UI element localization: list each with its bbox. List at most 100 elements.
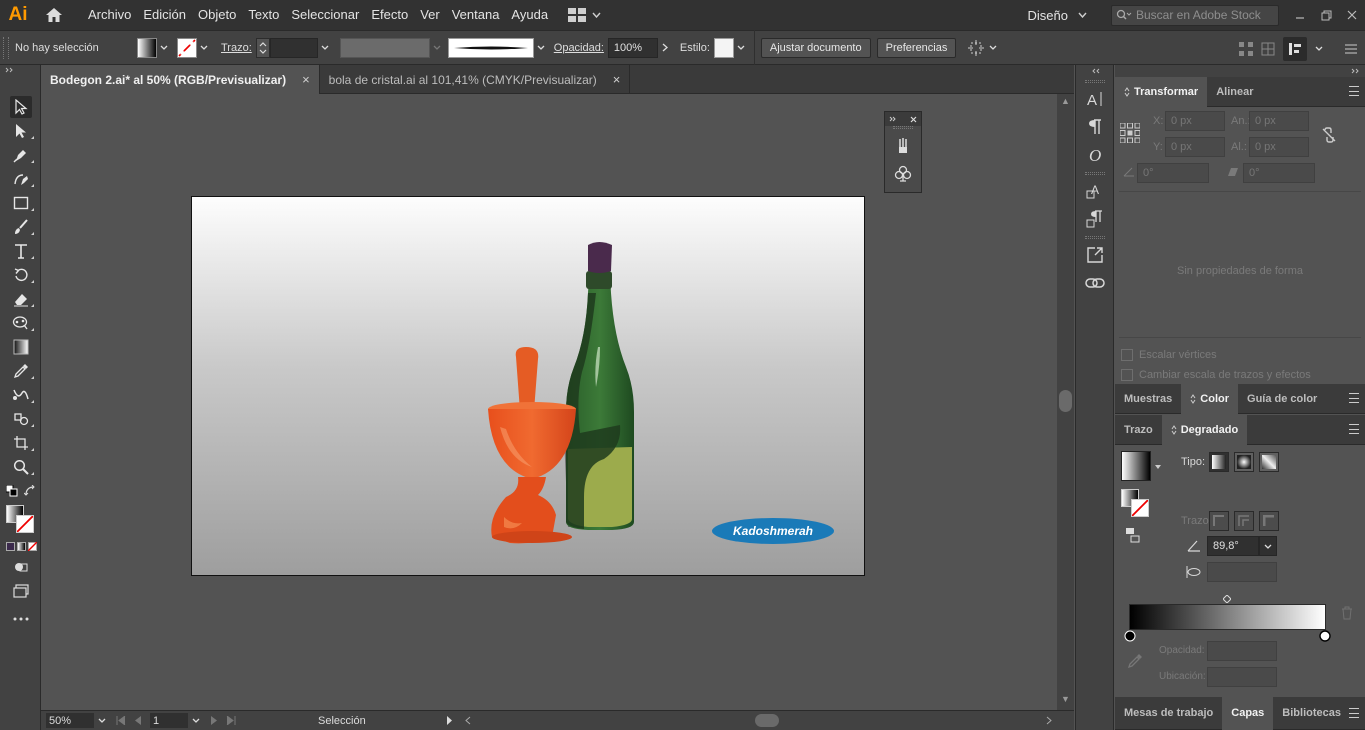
freeform-gradient-button[interactable] bbox=[1259, 452, 1279, 472]
reverse-gradient-icon[interactable] bbox=[1125, 527, 1141, 543]
scroll-down-icon[interactable]: ▼ bbox=[1061, 694, 1070, 704]
close-window-button[interactable] bbox=[1339, 0, 1365, 30]
selection-tool[interactable] bbox=[0, 95, 41, 119]
artboard-number-field[interactable]: 1 bbox=[150, 713, 188, 728]
horizontal-scroll-thumb[interactable] bbox=[755, 714, 779, 727]
stock-search-input[interactable]: Buscar en Adobe Stock bbox=[1111, 4, 1279, 26]
stroke-weight-dropdown[interactable] bbox=[318, 38, 332, 58]
still-life-illustration[interactable]: Kadoshmerah bbox=[192, 197, 865, 576]
variable-width-profile[interactable] bbox=[339, 37, 430, 58]
graphic-style-swatch[interactable] bbox=[713, 37, 734, 58]
fit-document-button[interactable]: Ajustar documento bbox=[760, 37, 871, 58]
tab-transformar[interactable]: Transformar bbox=[1115, 76, 1208, 107]
gradient-stop-black[interactable] bbox=[1124, 630, 1136, 642]
align-to-button[interactable] bbox=[968, 39, 997, 56]
stroke-within-button[interactable] bbox=[1209, 511, 1229, 531]
menu-efecto[interactable]: Efecto bbox=[365, 0, 414, 30]
y-field[interactable]: 0 px bbox=[1165, 137, 1225, 157]
style-dropdown[interactable] bbox=[734, 38, 748, 58]
tab-muestras[interactable]: Muestras bbox=[1115, 384, 1181, 414]
menu-texto[interactable]: Texto bbox=[242, 0, 285, 30]
home-button[interactable] bbox=[38, 0, 70, 30]
paragraph-styles-button[interactable] bbox=[1076, 205, 1114, 233]
paragraph-panel-button[interactable] bbox=[1076, 113, 1114, 141]
tab-color[interactable]: Color bbox=[1181, 383, 1239, 414]
tab-bola-de-cristal[interactable]: bola de cristal.ai al 101,41% (CMYK/Prev… bbox=[320, 65, 631, 94]
screen-mode-button[interactable] bbox=[0, 579, 41, 603]
strip-grip[interactable] bbox=[1076, 233, 1113, 241]
gradient-mode-button[interactable] bbox=[17, 541, 26, 551]
grid-select-icon[interactable] bbox=[1239, 41, 1253, 56]
checkbox-box[interactable] bbox=[1121, 349, 1133, 361]
tab-bibliotecas[interactable]: Bibliotecas bbox=[1273, 697, 1350, 730]
vertical-scroll-thumb[interactable] bbox=[1059, 390, 1072, 412]
stroke-swatch-large[interactable] bbox=[16, 515, 34, 533]
menu-seleccionar[interactable]: Seleccionar bbox=[285, 0, 365, 30]
menu-objeto[interactable]: Objeto bbox=[192, 0, 242, 30]
drawing-modes-button[interactable] bbox=[0, 555, 41, 579]
tab-degradado[interactable]: Degradado bbox=[1161, 414, 1248, 445]
tab-capas[interactable]: Capas bbox=[1222, 696, 1274, 730]
menu-ventana[interactable]: Ventana bbox=[446, 0, 506, 30]
stroke-weight-field[interactable] bbox=[269, 37, 318, 58]
color-mode-button[interactable] bbox=[6, 541, 15, 551]
eyedropper-tool[interactable] bbox=[0, 359, 41, 383]
stroke-swatch[interactable] bbox=[177, 37, 197, 58]
eyedropper-icon[interactable] bbox=[1127, 653, 1143, 669]
stroke-along-button[interactable] bbox=[1234, 511, 1254, 531]
first-artboard-icon[interactable] bbox=[116, 716, 126, 725]
export-panel-button[interactable] bbox=[1076, 241, 1114, 269]
scroll-up-icon[interactable]: ▲ bbox=[1061, 96, 1070, 106]
zoom-level-field[interactable]: 50% bbox=[46, 713, 94, 728]
tab-mesas-de-trabajo[interactable]: Mesas de trabajo bbox=[1115, 697, 1222, 730]
puppet-warp-tool[interactable] bbox=[0, 311, 41, 335]
scale-corners-checkbox[interactable]: Escalar vértices bbox=[1121, 349, 1217, 361]
status-menu-arrow-icon[interactable] bbox=[446, 716, 453, 725]
eraser-tool[interactable] bbox=[0, 287, 41, 311]
gradient-fill-stroke[interactable] bbox=[1121, 489, 1151, 519]
edit-toolbar-button[interactable] bbox=[0, 607, 41, 631]
panel-menu-icon[interactable] bbox=[1349, 708, 1359, 718]
panel-options-icon[interactable] bbox=[1345, 44, 1357, 54]
character-styles-button[interactable]: A bbox=[1076, 177, 1114, 205]
menu-ayuda[interactable]: Ayuda bbox=[505, 0, 554, 30]
symbol-sprayer-tool[interactable] bbox=[0, 407, 41, 431]
x-field[interactable]: 0 px bbox=[1165, 111, 1225, 131]
zoom-tool[interactable] bbox=[0, 455, 41, 479]
symbols-button[interactable] bbox=[885, 160, 921, 188]
arrange-documents-button[interactable] bbox=[568, 8, 601, 22]
menu-ver[interactable]: Ver bbox=[414, 0, 446, 30]
reference-point-icon[interactable] bbox=[1120, 123, 1140, 143]
stroke-across-button[interactable] bbox=[1259, 511, 1279, 531]
gradient-tool[interactable] bbox=[0, 335, 41, 359]
shear-field[interactable]: 0° bbox=[1243, 163, 1315, 183]
tab-trazo[interactable]: Trazo bbox=[1115, 415, 1162, 445]
brush-dropdown[interactable] bbox=[534, 38, 548, 58]
tab-alinear[interactable]: Alinear bbox=[1207, 77, 1262, 107]
panel-menu-icon[interactable] bbox=[1349, 393, 1359, 403]
artboard-tool[interactable] bbox=[0, 431, 41, 455]
fill-stroke-defaults[interactable] bbox=[0, 479, 40, 501]
paintbrush-tool[interactable] bbox=[0, 215, 41, 239]
variable-width-dropdown[interactable] bbox=[430, 38, 444, 58]
aspect-ratio-field[interactable] bbox=[1207, 562, 1277, 582]
strip-grip[interactable] bbox=[1076, 77, 1113, 85]
stroke-label[interactable]: Trazo: bbox=[221, 42, 252, 54]
menu-archivo[interactable]: Archivo bbox=[82, 0, 137, 30]
blend-tool[interactable] bbox=[0, 383, 41, 407]
radial-gradient-button[interactable] bbox=[1234, 452, 1254, 472]
gradient-angle-dropdown[interactable] bbox=[1259, 536, 1277, 556]
stop-location-field[interactable] bbox=[1207, 667, 1277, 687]
opentype-panel-button[interactable]: O bbox=[1076, 141, 1114, 169]
tab-bodegon[interactable]: Bodegon 2.ai* al 50% (RGB/Previsualizar)… bbox=[41, 65, 320, 94]
linear-gradient-button[interactable] bbox=[1209, 452, 1229, 472]
restore-button[interactable] bbox=[1313, 0, 1339, 30]
minimize-button[interactable] bbox=[1287, 0, 1313, 30]
width-field[interactable]: 0 px bbox=[1249, 111, 1309, 131]
links-panel-button[interactable] bbox=[1076, 269, 1114, 297]
scale-strokes-checkbox[interactable]: Cambiar escala de trazos y efectos bbox=[1121, 369, 1311, 381]
pen-tool[interactable] bbox=[0, 143, 41, 167]
strip-grip[interactable] bbox=[1076, 169, 1113, 177]
gradient-stop-white[interactable] bbox=[1319, 630, 1331, 642]
next-artboard-icon[interactable] bbox=[210, 716, 218, 725]
